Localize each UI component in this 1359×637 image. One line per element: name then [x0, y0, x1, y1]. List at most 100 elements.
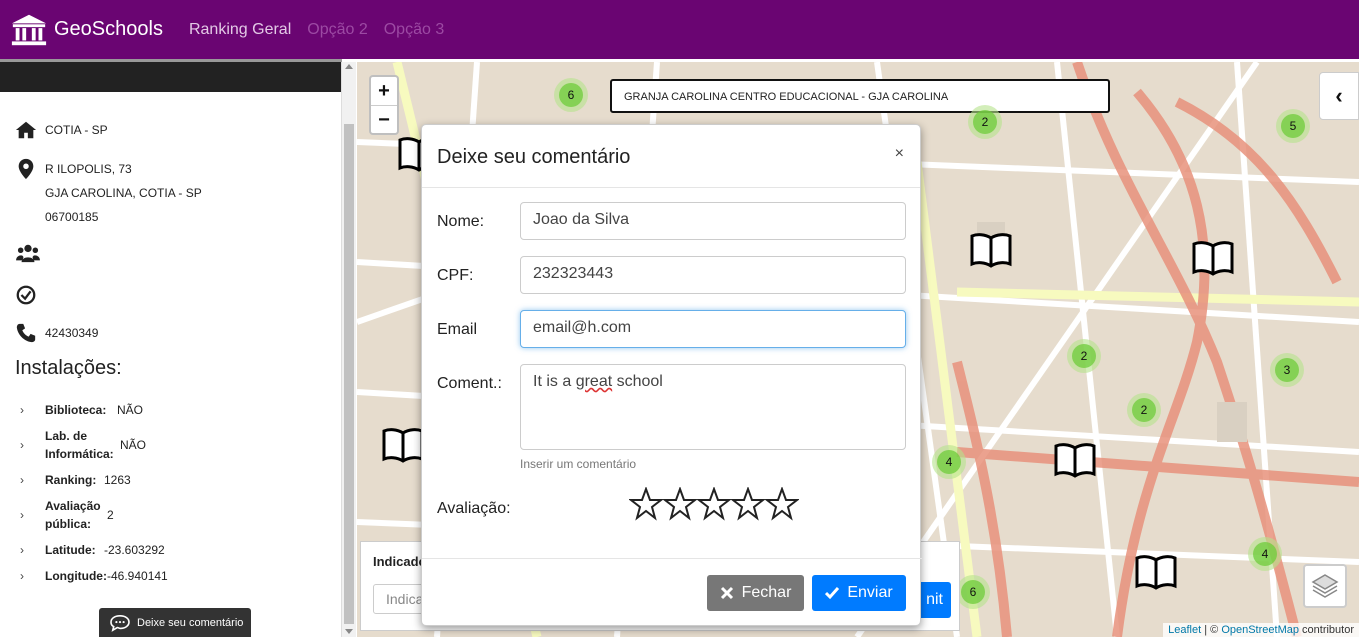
map-cluster[interactable]: 2	[1127, 393, 1161, 427]
users-icon	[16, 244, 40, 263]
rating-label: Avaliação:	[437, 500, 511, 517]
star-icon[interactable]	[663, 487, 697, 521]
scroll-thumb[interactable]	[344, 124, 354, 624]
modal-title: Deixe seu comentário	[437, 146, 631, 168]
star-icon[interactable]	[765, 487, 799, 521]
x-icon	[720, 586, 733, 600]
zoom-in-button[interactable]: +	[371, 77, 397, 106]
chevron-right-icon: ›	[20, 569, 24, 583]
facility-biblioteca: › Biblioteca: NÃO	[20, 401, 143, 419]
send-button-label: Enviar	[847, 584, 893, 601]
chevron-right-icon: ›	[20, 473, 24, 487]
layers-glyph	[1311, 574, 1339, 598]
check-circle-icon	[16, 285, 36, 305]
phone-text: 42430349	[45, 326, 99, 340]
comment-textarea[interactable]: It is a great school	[520, 364, 906, 450]
comment-text-a: It is a	[533, 373, 576, 390]
chevron-right-icon: ›	[20, 508, 24, 522]
layers-icon[interactable]	[1303, 564, 1347, 608]
brand[interactable]: GeoSchools	[10, 12, 189, 48]
map-cluster[interactable]: 5	[1276, 109, 1310, 143]
email-field[interactable]: email@h.com	[520, 310, 906, 348]
phone-icon	[16, 323, 36, 343]
attribution-separator: | ©	[1201, 624, 1222, 636]
modal-header: Deixe seu comentário ×	[422, 125, 920, 188]
scroll-up-arrow-icon[interactable]	[345, 64, 353, 69]
comment-label: Coment.:	[437, 375, 502, 392]
zoom-control: + −	[369, 75, 399, 135]
sidebar-header-bar	[0, 62, 341, 92]
chevron-right-icon: ›	[20, 403, 24, 417]
map-cluster[interactable]: 4	[932, 445, 966, 479]
map-cluster[interactable]: 6	[956, 575, 990, 609]
school-book-icon[interactable]	[969, 230, 1013, 270]
cpf-label: CPF:	[437, 267, 474, 284]
school-book-icon[interactable]	[1191, 238, 1235, 278]
address-line-1: R ILOPOLIS, 73	[45, 162, 132, 176]
facility-longitude: › Longitude: -46.940141	[20, 567, 168, 585]
name-field[interactable]: Joao da Silva	[520, 202, 906, 240]
school-book-icon[interactable]	[381, 425, 425, 465]
zoom-out-button[interactable]: −	[371, 106, 397, 135]
brand-name: GeoSchools	[54, 18, 163, 40]
comment-text-c: school	[612, 373, 663, 390]
city-row	[15, 119, 37, 141]
map-cluster[interactable]: 4	[1248, 537, 1282, 571]
osm-link[interactable]: OpenStreetMap	[1221, 624, 1299, 636]
address-line-3: 06700185	[45, 210, 99, 224]
facility-value: -23.603292	[104, 543, 165, 557]
home-icon	[15, 121, 37, 139]
map-attribution: Leaflet | © OpenStreetMap contributor	[1163, 623, 1359, 637]
check-row	[15, 284, 37, 306]
nav-ranking-geral[interactable]: Ranking Geral	[189, 21, 291, 39]
institution-icon	[11, 14, 47, 45]
comment-text-b: great	[575, 373, 613, 390]
comment-help-text: Inserir um comentário	[520, 457, 637, 471]
send-button[interactable]: Enviar	[812, 575, 906, 611]
map-marker-icon	[18, 158, 34, 180]
map-cluster[interactable]: 6	[554, 78, 588, 112]
indicator-label: Indicado	[373, 554, 427, 569]
facility-label: Longitude:	[45, 569, 107, 583]
star-icon[interactable]	[697, 487, 731, 521]
address-line-2: GJA CAROLINA, COTIA - SP	[45, 186, 202, 200]
chevron-right-icon: ›	[20, 438, 24, 452]
leaflet-link[interactable]: Leaflet	[1168, 624, 1201, 636]
facility-ranking: › Ranking: 1263	[20, 471, 131, 489]
map-cluster[interactable]: 2	[968, 105, 1002, 139]
close-icon[interactable]: ×	[895, 145, 904, 163]
close-button-label: Fechar	[741, 584, 792, 601]
address-row	[15, 158, 37, 180]
nav-opcao-2[interactable]: Opção 2	[307, 21, 367, 39]
rating-stars[interactable]	[629, 487, 799, 521]
facility-value: NÃO	[120, 438, 147, 452]
leave-comment-button[interactable]: Deixe seu comentário	[99, 608, 251, 637]
facility-label: Lab. de Informática:	[45, 429, 114, 461]
chevron-left-icon[interactable]: ‹	[1319, 72, 1359, 120]
facility-value: -46.940141	[107, 569, 168, 583]
facility-lab-informatica: › Lab. de Informática: NÃO	[20, 427, 146, 463]
modal-footer: Fechar Enviar	[422, 558, 922, 626]
selected-school-box: GRANJA CAROLINA CENTRO EDUCACIONAL - GJA…	[610, 79, 1110, 113]
facilities-title: Instalações:	[15, 357, 122, 379]
map-cluster[interactable]: 3	[1270, 353, 1304, 387]
school-book-icon[interactable]	[1053, 440, 1097, 480]
check-icon	[825, 587, 840, 600]
nav-opcao-3[interactable]: Opção 3	[384, 21, 444, 39]
school-book-icon[interactable]	[1134, 552, 1178, 592]
star-icon[interactable]	[629, 487, 663, 521]
facility-label: Avaliação pública:	[45, 499, 101, 531]
comment-modal: Deixe seu comentário × Nome: Joao da Sil…	[421, 124, 922, 626]
attribution-tail: contributor	[1298, 624, 1354, 636]
name-label: Nome:	[437, 213, 485, 230]
scroll-down-arrow-icon[interactable]	[345, 629, 353, 634]
close-button[interactable]: Fechar	[707, 575, 804, 611]
facility-label: Ranking:	[45, 473, 97, 487]
facility-latitude: › Latitude: -23.603292	[20, 541, 165, 559]
cpf-field[interactable]: 232323443	[520, 256, 906, 294]
star-icon[interactable]	[731, 487, 765, 521]
sidebar-scrollbar[interactable]	[341, 62, 356, 637]
map-cluster[interactable]: 2	[1067, 339, 1101, 373]
users-row	[15, 242, 41, 264]
facility-value: 1263	[104, 473, 131, 487]
